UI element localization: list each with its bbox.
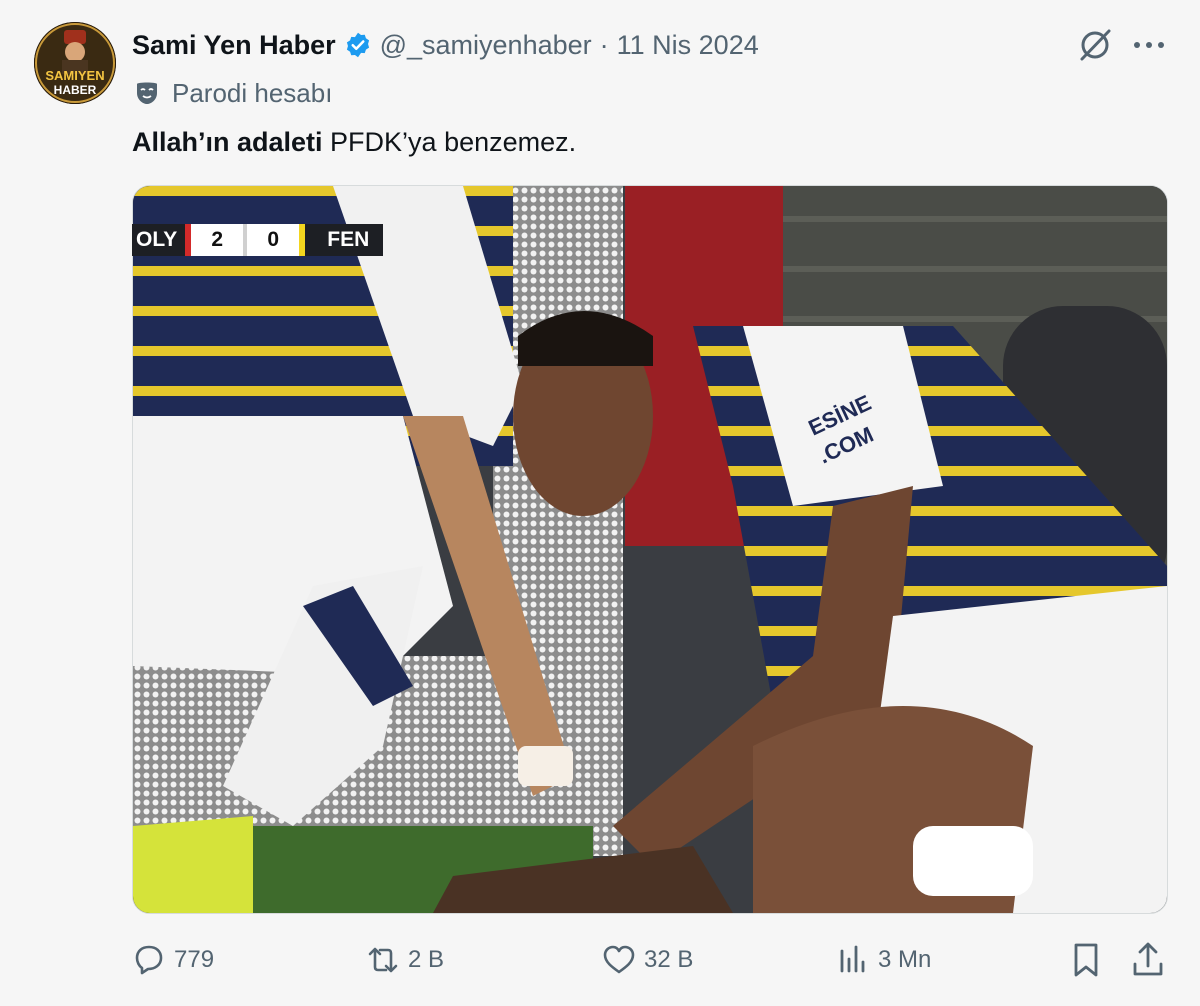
- avatar-logo: SAMIYEN HABER: [34, 22, 116, 104]
- avatar[interactable]: SAMIYEN HABER: [34, 22, 116, 104]
- svg-text:HABER: HABER: [54, 83, 97, 97]
- reply-icon: [135, 945, 163, 975]
- scoreboard-away-score: 0: [247, 224, 300, 256]
- verified-badge-icon: [346, 32, 369, 58]
- grok-icon[interactable]: [1076, 26, 1114, 64]
- share-icon[interactable]: [1130, 940, 1166, 980]
- scoreboard-home-score: 2: [191, 224, 244, 256]
- like-count: 32 B: [644, 946, 694, 973]
- heart-icon: [603, 945, 635, 974]
- author-name[interactable]: Sami Yen Haber: [132, 30, 336, 61]
- tweet[interactable]: SAMIYEN HABER Sami Yen Haber @_samiyenha…: [0, 0, 1200, 1006]
- author-handle[interactable]: @_samiyenhaber: [380, 30, 592, 61]
- scoreboard-away-team: FEN: [305, 224, 384, 256]
- views-button[interactable]: 3 Mn: [836, 936, 931, 984]
- repost-button[interactable]: 2 B: [366, 936, 444, 984]
- tweet-date[interactable]: 11 Nis 2024: [617, 30, 759, 61]
- parody-label-text: Parodi hesabı: [172, 77, 333, 108]
- like-button[interactable]: 32 B: [602, 936, 693, 984]
- svg-text:SAMIYEN: SAMIYEN: [45, 68, 104, 83]
- more-options-icon[interactable]: [1130, 26, 1168, 64]
- football-photo: ESİNE .COM: [133, 186, 1167, 913]
- tweet-header: Sami Yen Haber @_samiyenhaber · 11 Nis 2…: [132, 26, 759, 64]
- views-count: 3 Mn: [878, 946, 932, 973]
- tweet-media[interactable]: ESİNE .COM: [132, 185, 1168, 914]
- bookmark-icon[interactable]: [1068, 940, 1104, 980]
- scoreboard: OLY 2 0 FEN: [132, 224, 384, 256]
- repost-icon: [368, 947, 398, 973]
- parody-label: Parodi hesabı: [134, 76, 332, 110]
- tweet-text-bold: Allah’ın adaleti: [132, 127, 323, 157]
- separator-dot: ·: [599, 29, 609, 60]
- tweet-text: Allah’ın adaleti PFDK’ya benzemez.: [132, 124, 576, 160]
- views-chart-icon: [840, 945, 865, 973]
- action-bar: 779 2 B 32 B 3 Mn: [0, 936, 1200, 984]
- parody-mask-icon: [137, 82, 157, 104]
- reply-button[interactable]: 779: [132, 936, 214, 984]
- scoreboard-home-team: OLY: [132, 224, 186, 256]
- reply-count: 779: [174, 946, 215, 973]
- repost-count: 2 B: [408, 946, 445, 973]
- tweet-text-rest: PFDK’ya benzemez.: [322, 127, 577, 157]
